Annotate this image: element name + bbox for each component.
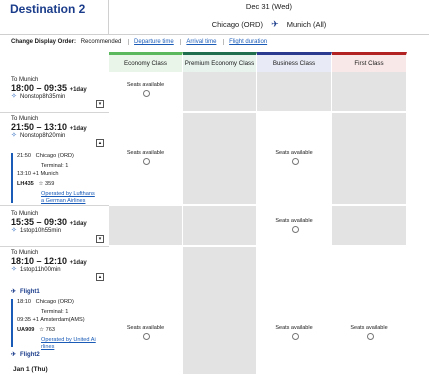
fare-cell-unavailable	[183, 113, 257, 205]
destination: Munich (All)	[286, 20, 327, 29]
chevron-up-icon[interactable]: ▴	[96, 273, 104, 281]
fare-cell-unavailable	[332, 113, 407, 205]
segment-detail: 21:50 Chicago (ORD) Terminal: 1 13:10 +1…	[11, 153, 106, 204]
cabin-header-business: Business Class	[257, 52, 332, 72]
fare-radio[interactable]	[292, 158, 299, 165]
seats-available-text: Seats available	[275, 325, 313, 331]
fare-radio[interactable]	[143, 333, 150, 340]
display-order-bar: Change Display Order: Recommended Depart…	[11, 39, 268, 45]
travel-date: Dec 31 (Wed)	[245, 2, 293, 11]
origin: Chicago (ORD)	[211, 20, 263, 29]
fare-cell-unavailable	[332, 206, 407, 246]
flight1-header: ✈ Flight1	[11, 288, 40, 296]
seat-icon: ✧	[11, 266, 17, 273]
flight-times: 18:00 – 09:35 +1day	[11, 83, 87, 93]
flight-stops: ✧ Nonstop8h20min	[11, 132, 66, 139]
fare-cell-economy[interactable]: Seats available	[109, 113, 183, 205]
seats-available-text: Seats available	[126, 325, 165, 331]
seat-icon: ✧	[11, 93, 17, 100]
segment-terminal: Terminal: 1	[41, 309, 69, 315]
star-icon: ☆	[38, 181, 44, 187]
chevron-up-icon[interactable]: ▴	[96, 139, 104, 147]
fare-cell-unavailable	[183, 72, 257, 112]
plane-icon: ✈	[11, 352, 17, 358]
flight-option-4[interactable]: To Munich 18:10 – 12:10 +1day ✧ 1stop11h0…	[11, 250, 87, 273]
fare-radio[interactable]	[367, 333, 374, 340]
segment-detail: 18:10 Chicago (ORD) Terminal: 1 09:35 +1…	[11, 299, 106, 350]
flight-stops: ✧ 1stop10h55min	[11, 227, 62, 234]
chevron-down-icon[interactable]: ▾	[96, 235, 104, 243]
flight-times: 21:50 – 13:10 +1day	[11, 122, 87, 132]
flight2-header: ✈ Flight2	[11, 351, 40, 359]
seats-available-text: Seats available	[126, 150, 165, 156]
segment-flight-number: UA909 ☆ 763	[17, 327, 56, 333]
fare-cell-first[interactable]: Seats available	[332, 247, 407, 375]
segment-arrival: 09:35 +1 Amsterdam(AMS)	[17, 317, 85, 323]
segment-departure: 21:50 Chicago (ORD)	[17, 153, 74, 159]
row-divider	[0, 112, 109, 113]
fare-cell-business[interactable]: Seats available	[257, 247, 332, 375]
display-order-label: Change Display Order:	[11, 39, 77, 45]
seats-available-text: Seats available	[126, 82, 165, 88]
operated-by-link-cont[interactable]: a German Airlines	[17, 198, 106, 208]
seat-icon: ✧	[11, 227, 17, 234]
fare-cell-unavailable	[183, 247, 257, 375]
flight-option-3[interactable]: To Munich 15:35 – 09:30 +1day ✧ 1stop10h5…	[11, 211, 87, 234]
seats-available-text: Seats available	[275, 150, 313, 156]
page-title: Destination 2	[10, 2, 86, 16]
flight-option-2[interactable]: To Munich 21:50 – 13:10 +1day ✧ Nonstop8h…	[11, 116, 87, 139]
star-icon: ☆	[39, 327, 45, 333]
cabin-header-premium-economy: Premium Economy Class	[183, 52, 257, 72]
seats-available-text: Seats available	[350, 325, 388, 331]
fare-cell-unavailable	[332, 72, 407, 112]
fare-cell-unavailable	[109, 206, 183, 246]
row-divider	[0, 205, 109, 206]
fare-radio[interactable]	[143, 90, 150, 97]
cabin-header-first: First Class	[332, 52, 407, 72]
flight-stops: ✧ Nonstop8h35min	[11, 93, 66, 100]
segment-arrival: 13:10 +1 Munich	[17, 171, 59, 177]
cabin-header-economy: Economy Class	[109, 52, 183, 72]
fare-radio[interactable]	[292, 333, 299, 340]
segment-departure: 18:10 Chicago (ORD)	[17, 299, 74, 305]
flight-option-1[interactable]: To Munich 18:00 – 09:35 +1day ✧ Nonstop8h…	[11, 77, 87, 100]
fare-cell-business[interactable]: Seats available	[257, 113, 332, 205]
flight-times: 15:35 – 09:30 +1day	[11, 217, 87, 227]
order-flight-duration[interactable]: Flight duration	[223, 39, 268, 45]
operated-by-link[interactable]: Operated by Lufthans	[17, 191, 106, 198]
fare-cell-economy[interactable]: Seats available	[109, 72, 183, 112]
seat-icon: ✧	[11, 132, 17, 139]
fare-radio[interactable]	[143, 158, 150, 165]
fare-cell-economy[interactable]: Seats available	[109, 247, 183, 375]
chevron-down-icon[interactable]: ▾	[96, 100, 104, 108]
fare-cell-unavailable	[183, 206, 257, 246]
flight-stops: ✧ 1stop11h00min	[11, 266, 61, 273]
seats-available-text: Seats available	[275, 218, 313, 224]
fare-radio[interactable]	[292, 226, 299, 233]
header-divider-line	[0, 34, 429, 35]
plane-icon: ✈	[271, 19, 279, 29]
plane-icon: ✈	[11, 289, 17, 295]
next-day-date: Jan 1 (Thu)	[13, 366, 48, 373]
operated-by-link[interactable]: Operated by United Ai	[17, 337, 106, 344]
fare-cell-business[interactable]: Seats available	[257, 206, 332, 246]
order-recommended[interactable]: Recommended	[81, 39, 122, 45]
segment-terminal: Terminal: 1	[41, 163, 69, 169]
route: Chicago (ORD) ✈ Munich (All)	[109, 19, 429, 30]
segment-flight-number: LH435 ☆ 359	[17, 181, 55, 187]
fare-cell-unavailable	[257, 72, 332, 112]
order-departure-time[interactable]: Departure time	[128, 39, 174, 45]
order-arrival-time[interactable]: Arrival time	[180, 39, 217, 45]
flight-times: 18:10 – 12:10 +1day	[11, 256, 87, 266]
row-divider	[0, 246, 109, 247]
